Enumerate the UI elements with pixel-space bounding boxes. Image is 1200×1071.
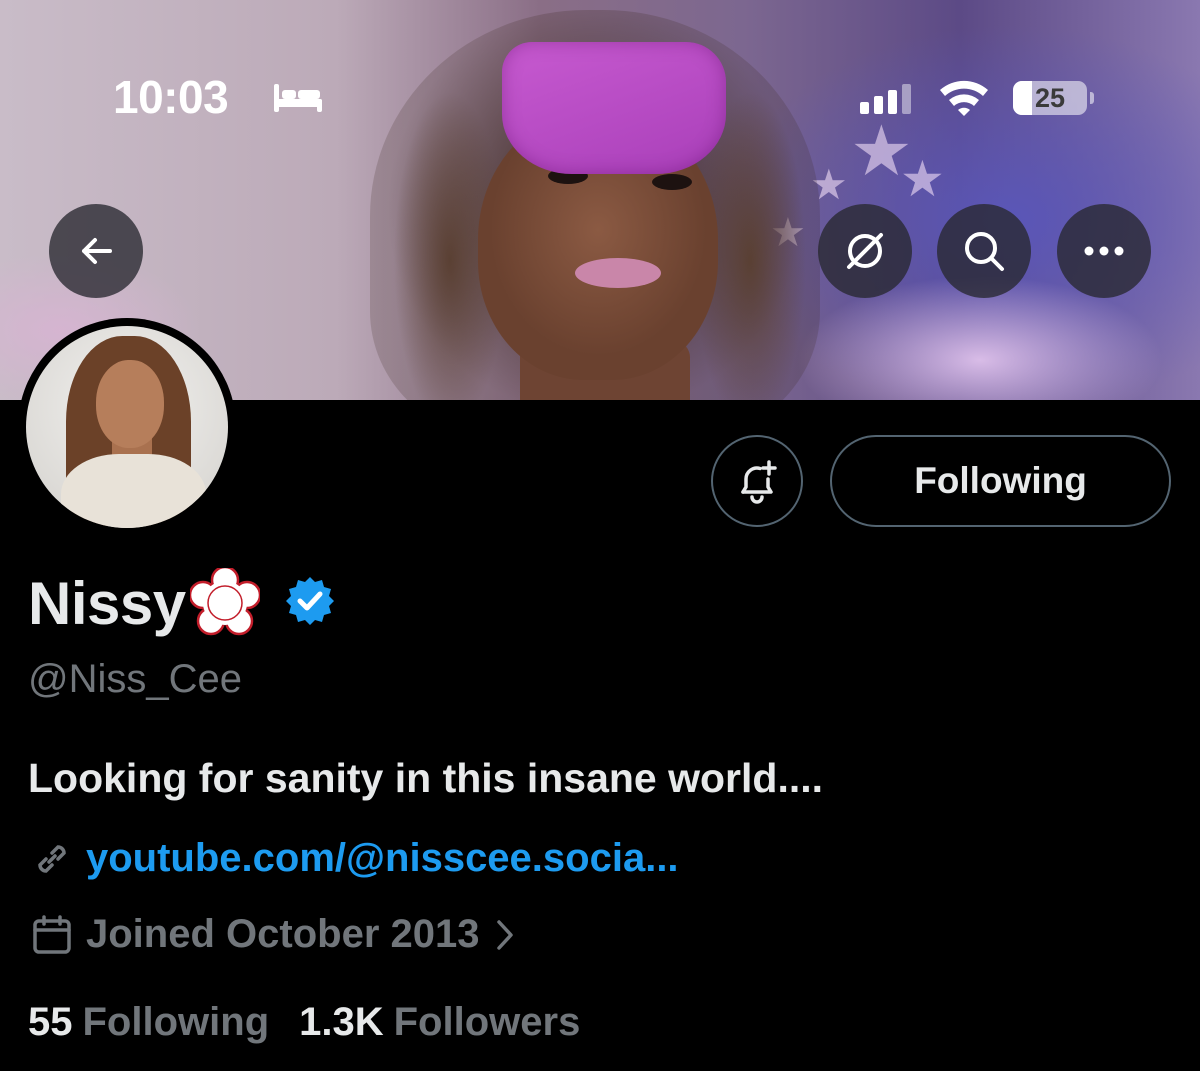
more-button[interactable] (1057, 204, 1151, 298)
followers-stat[interactable]: 1.3K Followers (299, 1000, 580, 1045)
profile-link-text[interactable]: youtube.com/@nisscee.socia... (86, 836, 679, 881)
avatar-face (96, 360, 164, 448)
joined-date[interactable]: Joined October 2013 (30, 912, 515, 957)
grok-button[interactable] (818, 204, 912, 298)
avatar-body (61, 454, 206, 528)
battery-cap (1090, 92, 1094, 104)
profile-link[interactable]: youtube.com/@nisscee.socia... (30, 836, 679, 881)
follow-stats: 55 Following 1.3K Followers (28, 1000, 580, 1045)
banner-eye-right (652, 174, 692, 190)
following-button[interactable]: Following (830, 435, 1171, 527)
banner-lips (575, 258, 661, 288)
profile-handle: @Niss_Cee (28, 657, 243, 701)
sakura-stamp-emoji (188, 565, 261, 638)
chevron-right-icon (497, 919, 514, 950)
battery-level: 25 (1034, 83, 1066, 113)
verified-badge-icon[interactable] (284, 575, 336, 632)
avatar[interactable] (18, 318, 236, 536)
display-name: Nissy (28, 569, 186, 637)
avatar-image (26, 326, 228, 528)
following-count: 55 (28, 1000, 73, 1044)
bell-plus-icon (741, 460, 777, 504)
followers-count: 1.3K (299, 1000, 384, 1044)
cellular-signal-icon (860, 84, 911, 114)
bed-icon (272, 82, 324, 119)
search-button[interactable] (937, 204, 1031, 298)
name-row: Nissy (28, 565, 336, 638)
link-icon (38, 844, 66, 873)
arrow-left-icon (82, 238, 112, 264)
following-label: Following (82, 1000, 270, 1044)
star-decoration: ★ (900, 151, 945, 207)
search-icon (965, 232, 1004, 271)
profile-bio: Looking for sanity in this insane world.… (28, 755, 824, 801)
followers-label: Followers (393, 1000, 581, 1044)
following-stat[interactable]: 55 Following (28, 1000, 269, 1045)
wifi-icon (938, 78, 990, 121)
status-time: 10:03 (113, 71, 229, 123)
back-button[interactable] (49, 204, 143, 298)
more-horizontal-icon (1084, 246, 1124, 256)
calendar-icon (33, 914, 71, 954)
sleep-mask (502, 42, 726, 174)
battery-indicator: 25 (1013, 81, 1087, 115)
grok-icon (847, 233, 883, 269)
joined-text: Joined October 2013 (86, 912, 480, 956)
notifications-button[interactable] (711, 435, 803, 527)
